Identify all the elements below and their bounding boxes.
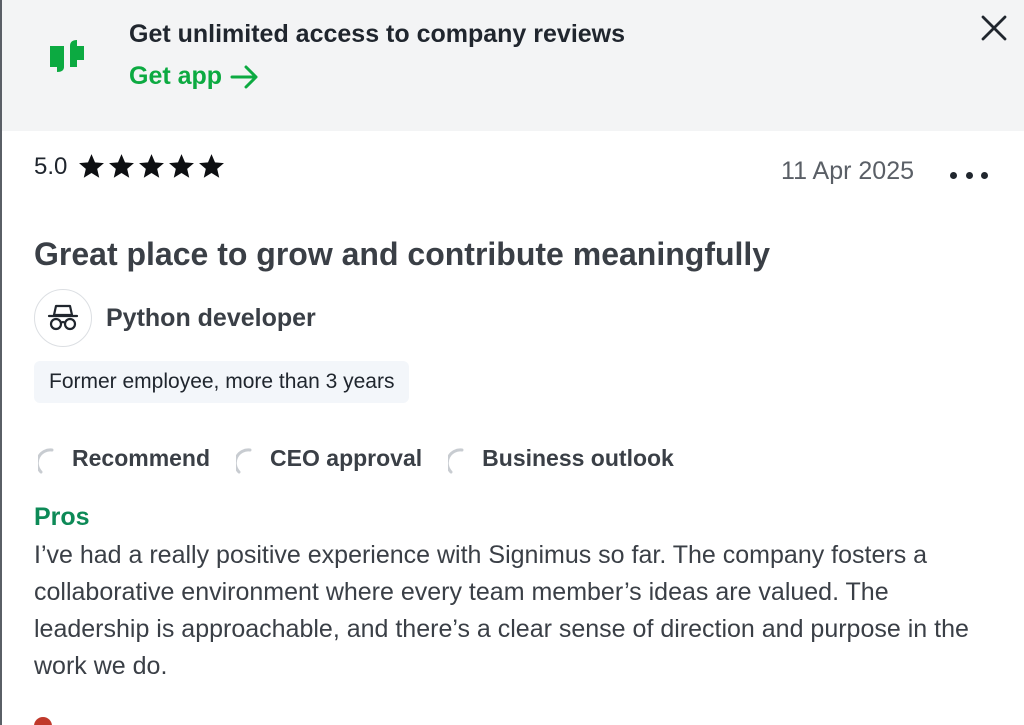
neutral-ring-icon	[38, 448, 54, 474]
recommend-label: Recommend	[72, 444, 211, 471]
get-app-link[interactable]: Get app	[129, 62, 260, 91]
review-author: Python developer	[34, 289, 316, 347]
business-outlook-label: Business outlook	[482, 444, 674, 471]
employment-status-badge: Former employee, more than 3 years	[34, 361, 410, 403]
review-date: 11 Apr 2025	[781, 157, 914, 185]
recommend-rating: Recommend	[38, 441, 210, 475]
neutral-ring-icon	[448, 448, 464, 474]
close-icon[interactable]	[976, 10, 1012, 46]
star-icon	[169, 154, 195, 178]
glassdoor-quote-icon	[50, 40, 84, 72]
review-page: Get unlimited access to company reviews …	[0, 0, 1024, 725]
pros-heading: Pros	[34, 503, 90, 531]
overall-rating: 5.0	[34, 152, 226, 181]
more-options-icon[interactable]	[946, 160, 992, 190]
author-role: Python developer	[106, 303, 316, 332]
business-outlook-rating: Business outlook	[448, 441, 674, 475]
review-title: Great place to grow and contribute meani…	[34, 236, 771, 272]
star-icon	[109, 154, 135, 178]
dot	[950, 171, 957, 179]
get-app-label: Get app	[129, 62, 223, 90]
ceo-approval-label: CEO approval	[270, 444, 423, 471]
star-icon	[199, 154, 225, 178]
sub-ratings: Recommend CEO approval Business outlook	[38, 441, 674, 475]
dot	[981, 171, 988, 179]
pros-text: I’ve had a really positive experience wi…	[34, 541, 969, 680]
star-rating	[77, 152, 226, 181]
dot	[965, 171, 973, 179]
anonymous-incognito-icon	[47, 304, 79, 331]
rating-value: 5.0	[34, 152, 68, 180]
star-icon	[79, 154, 105, 178]
ceo-approval-rating: CEO approval	[236, 441, 422, 475]
arrow-right-icon	[230, 65, 258, 88]
cons-indicator-icon	[34, 717, 52, 725]
star-icon	[139, 154, 165, 178]
banner-title: Get unlimited access to company reviews	[129, 20, 626, 48]
neutral-ring-icon	[236, 448, 252, 474]
app-promo-banner: Get unlimited access to company reviews …	[2, 0, 1024, 131]
avatar	[34, 289, 92, 347]
